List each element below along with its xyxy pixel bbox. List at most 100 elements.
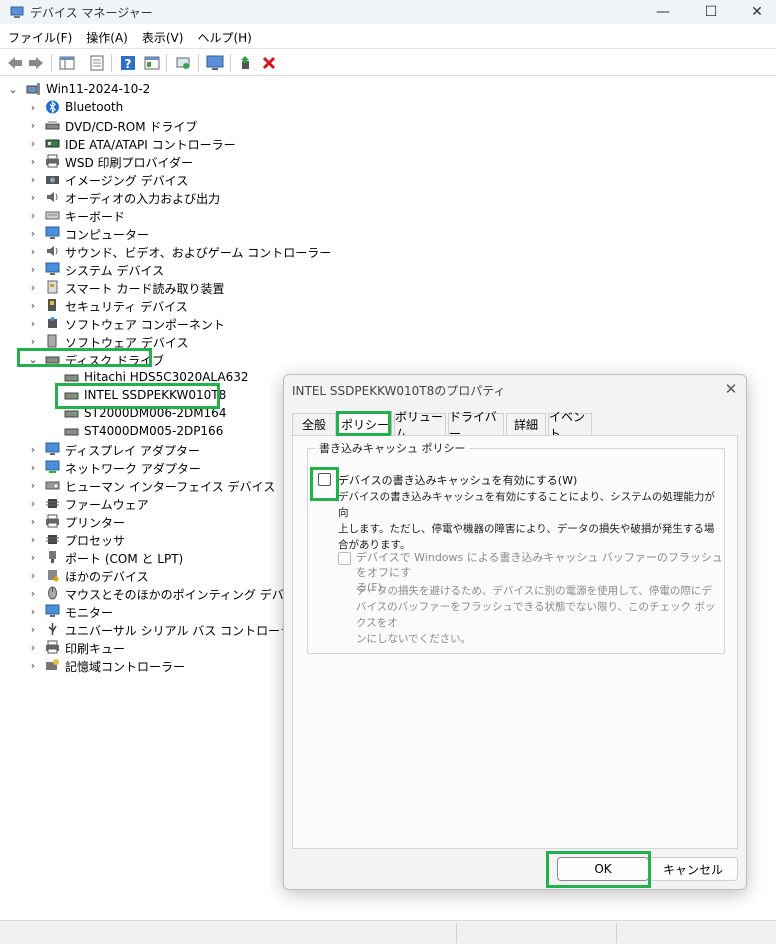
highlight-ok-button	[546, 851, 651, 888]
properties-icon[interactable]	[88, 54, 106, 72]
tree-root[interactable]: ⌄ Win11-2024-10-2	[0, 80, 300, 98]
highlight-disk-drives	[17, 348, 152, 367]
minimize-button[interactable]: —	[640, 0, 686, 24]
tab-volume[interactable]: ボリューム	[394, 410, 446, 441]
group-title: 書き込みキャッシュ ポリシー	[316, 440, 469, 456]
chevron-right-icon[interactable]: ›	[28, 119, 38, 132]
highlight-write-cache-checkbox	[310, 467, 339, 501]
tree-item-category[interactable]: › IDE ATA/ATAPI コントローラー	[0, 134, 340, 153]
maximize-button[interactable]: ☐	[688, 0, 734, 24]
tab-general[interactable]: 全般	[292, 413, 336, 435]
monitor-icon[interactable]	[206, 54, 224, 72]
tree-item-label: IDE ATA/ATAPI コントローラー	[65, 138, 236, 152]
tree-item-category[interactable]: › キーボード	[0, 206, 340, 225]
back-arrow-icon[interactable]	[6, 54, 24, 72]
chevron-right-icon[interactable]: ›	[28, 659, 38, 672]
chevron-right-icon[interactable]: ›	[28, 497, 38, 510]
disk-drive-icon	[64, 374, 79, 382]
chevron-right-icon[interactable]: ›	[28, 551, 38, 564]
show-hide-console-tree-icon[interactable]	[58, 54, 76, 72]
turn-off-flush-checkbox[interactable]	[338, 552, 351, 565]
chevron-right-icon[interactable]: ›	[28, 209, 38, 222]
chevron-right-icon[interactable]: ›	[28, 335, 38, 348]
tree-item-label: Hitachi HDS5C3020ALA632	[84, 370, 249, 384]
chevron-right-icon[interactable]: ›	[28, 245, 38, 258]
chevron-right-icon[interactable]: ›	[28, 137, 38, 150]
title-bar: デバイス マネージャー — ☐ ✕	[0, 0, 776, 24]
disk-drive-icon	[64, 428, 79, 436]
chevron-right-icon[interactable]: ›	[28, 641, 38, 654]
menu-action[interactable]: 操作(A)	[80, 29, 134, 46]
enable-write-cache-label[interactable]: デバイスの書き込みキャッシュを有効にする(W)	[338, 472, 577, 488]
tree-item-category[interactable]: › システム デバイス	[0, 260, 340, 278]
tree-item-label: DVD/CD-ROM ドライブ	[65, 120, 198, 134]
chevron-right-icon[interactable]: ›	[28, 227, 38, 240]
tree-item-label: Bluetooth	[65, 100, 124, 114]
chevron-right-icon[interactable]: ›	[28, 263, 38, 276]
tree-item-category[interactable]: › セキュリティ デバイス	[0, 296, 340, 315]
menu-help[interactable]: ヘルプ(H)	[191, 29, 257, 46]
properties-dialog: INTEL SSDPEKKW010T8のプロパティ ✕ 全般 ポリシー ボリュー…	[283, 374, 747, 890]
tree-item-category[interactable]: › Bluetooth	[0, 98, 340, 116]
bluetooth-icon	[46, 100, 59, 114]
tab-details[interactable]: 詳細	[506, 413, 546, 435]
cancel-button[interactable]: キャンセル	[648, 857, 738, 881]
dialog-close-button[interactable]: ✕	[720, 378, 742, 400]
chevron-right-icon[interactable]: ›	[28, 461, 38, 474]
write-cache-policy-group: 書き込みキャッシュ ポリシー デバイスの書き込みキャッシュを有効にする(W) デ…	[307, 440, 725, 654]
tree-item-label: ネットワーク アダプター	[65, 462, 201, 476]
chevron-right-icon[interactable]: ›	[28, 515, 38, 528]
chevron-right-icon[interactable]: ›	[28, 299, 38, 312]
uninstall-x-icon[interactable]	[260, 54, 278, 72]
chevron-right-icon[interactable]: ›	[28, 191, 38, 204]
scan-hardware-icon[interactable]	[174, 54, 192, 72]
chevron-right-icon[interactable]: ›	[28, 101, 38, 114]
tree-item-category[interactable]: › オーディオの入力および出力	[0, 188, 340, 207]
tree-item-label: 記憶域コントローラー	[65, 660, 186, 674]
chevron-right-icon[interactable]: ›	[28, 587, 38, 600]
menu-file[interactable]: ファイル(F)	[2, 29, 78, 46]
help-icon[interactable]: ?	[119, 54, 137, 72]
software-device-icon	[47, 334, 57, 348]
camera-icon	[46, 176, 59, 184]
monitor-icon	[45, 442, 60, 455]
tree-item-category[interactable]: › スマート カード読み取り装置	[0, 278, 340, 296]
menu-bar: ファイル(F) 操作(A) 表示(V) ヘルプ(H)	[0, 26, 776, 48]
storage-controller-icon	[46, 659, 59, 670]
tree-item-label: ユニバーサル シリアル バス コントローラー	[65, 624, 305, 638]
chevron-right-icon[interactable]: ›	[28, 479, 38, 492]
menu-view[interactable]: 表示(V)	[136, 29, 190, 46]
printer-icon	[46, 640, 59, 654]
close-button[interactable]: ✕	[734, 0, 776, 24]
tab-events[interactable]: イベント	[548, 410, 592, 441]
turn-off-flush-description: データの損失を避けるため、デバイスに別の電源を使用して、停電の際にデ バイスのバ…	[356, 585, 716, 645]
tree-item-label: ソフトウェア コンポーネント	[65, 318, 225, 332]
chevron-down-icon[interactable]: ⌄	[8, 83, 18, 96]
tree-item-category[interactable]: › コンピューター	[0, 224, 340, 242]
chevron-right-icon[interactable]: ›	[28, 443, 38, 456]
tree-item-label: プロセッサ	[65, 534, 126, 548]
chevron-right-icon[interactable]: ›	[28, 533, 38, 546]
chevron-right-icon[interactable]: ›	[28, 317, 38, 330]
tree-item-label: ほかのデバイス	[65, 570, 149, 584]
tree-item-category[interactable]: › WSD 印刷プロバイダー	[0, 152, 340, 170]
chevron-right-icon[interactable]: ›	[28, 605, 38, 618]
tree-item-category[interactable]: › サウンド、ビデオ、およびゲーム コントローラー	[0, 242, 340, 261]
action-pane-icon[interactable]	[143, 54, 161, 72]
chevron-right-icon[interactable]: ›	[28, 173, 38, 186]
policy-panel: 書き込みキャッシュ ポリシー デバイスの書き込みキャッシュを有効にする(W) デ…	[292, 435, 738, 849]
tab-driver[interactable]: ドライバー	[448, 410, 504, 441]
tree-item-category[interactable]: › イメージング デバイス	[0, 170, 340, 189]
update-driver-icon[interactable]	[238, 54, 256, 72]
enable-write-cache-description: デバイスの書き込みキャッシュを有効にすることにより、システムの処理能力が向 上し…	[338, 491, 715, 551]
chevron-right-icon[interactable]: ›	[28, 281, 38, 294]
chevron-right-icon[interactable]: ›	[28, 569, 38, 582]
chevron-right-icon[interactable]: ›	[28, 155, 38, 168]
svg-text:?: ?	[125, 57, 132, 71]
tree-item-label: モニター	[65, 606, 114, 620]
chevron-right-icon[interactable]: ›	[28, 623, 38, 636]
speaker-icon	[47, 246, 58, 256]
tree-item-category[interactable]: › DVD/CD-ROM ドライブ	[0, 116, 340, 135]
forward-arrow-icon[interactable]	[27, 54, 45, 72]
tree-item-category[interactable]: › ソフトウェア コンポーネント	[0, 314, 340, 333]
